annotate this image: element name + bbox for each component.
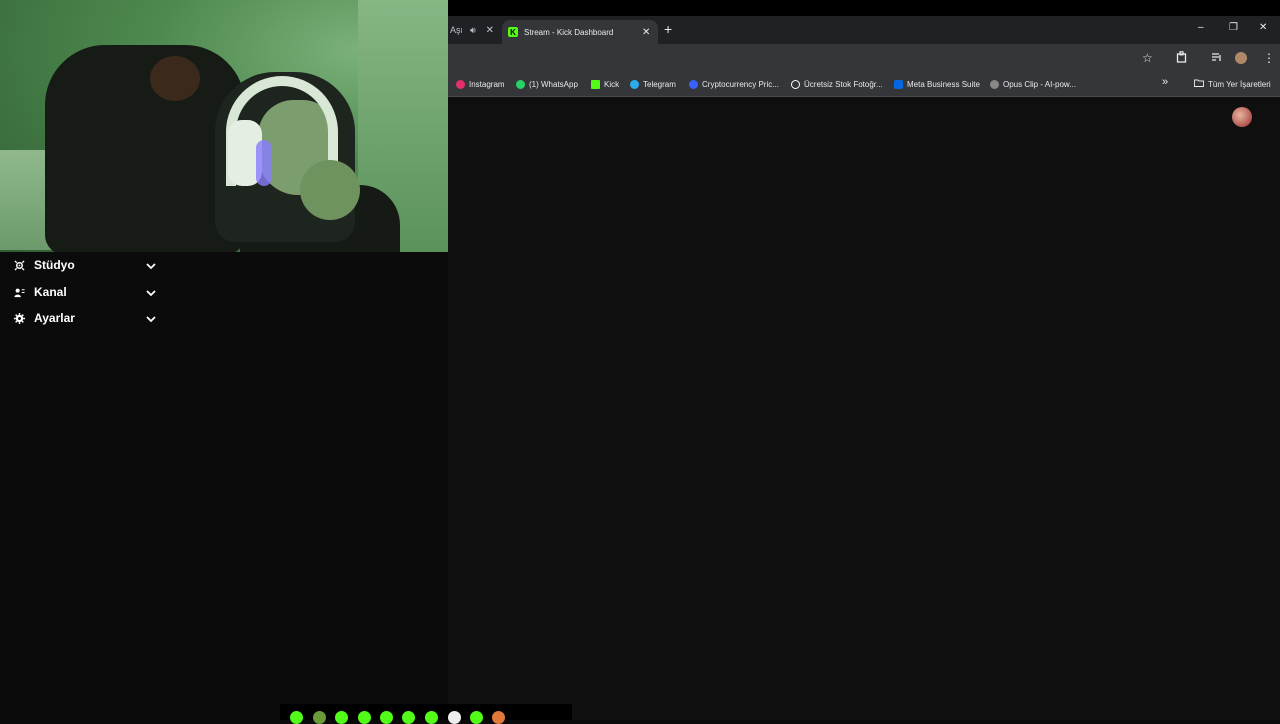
emote-icon [290,711,303,724]
emote-icon [448,711,461,724]
chair-logo [150,56,200,101]
browser-window: Aşı 🔊︎ ✕ K Stream - Kick Dashboard ✕ + –… [448,16,1280,720]
emote-icon [470,711,483,724]
opus-clip-icon [990,79,999,89]
sidebar-item-channel[interactable]: Kanal [0,279,170,305]
sidebar-item-label: Ayarlar [34,311,75,325]
bookmark-whatsapp[interactable]: (1) WhatsApp [516,78,578,90]
chevron-down-icon[interactable] [145,312,157,324]
bookmark-instagram[interactable]: Instagram [456,78,505,90]
toolbar: ☆ ⋮ [448,44,1280,72]
coinmarketcap-icon [689,79,698,89]
emote-icon [425,711,438,724]
emote-icon [313,711,326,724]
chevron-down-icon[interactable] [145,259,157,271]
webcam-feed [0,0,448,252]
emote-icon [402,711,415,724]
close-window-button[interactable]: ✕ [1259,22,1267,33]
speaker-icon[interactable]: 🔊︎ [470,25,476,36]
emote-icon [380,711,393,724]
telegram-icon [630,79,639,89]
channel-icon [13,286,25,298]
minimize-button[interactable]: – [1198,22,1204,33]
screen-top-bar [448,0,1280,16]
sidebar-item-label: Kanal [34,285,67,299]
close-icon[interactable]: ✕ [642,27,650,38]
kick-favicon-icon: K [508,27,518,37]
bookmark-meta-business[interactable]: Meta Business Suite [894,78,980,90]
sidebar-item-label: Stüdyo [34,258,75,272]
gear-icon [13,312,25,324]
tab-title: Stream - Kick Dashboard [524,27,614,37]
new-tab-button[interactable]: + [664,21,672,37]
extensions-icon[interactable] [1176,51,1188,66]
folder-icon [1194,79,1204,89]
chevron-down-icon[interactable] [145,286,157,298]
studio-icon [13,259,25,271]
bookmark-opus-clip[interactable]: Opus Clip - AI-pow... [990,78,1076,90]
sidebar-item-settings[interactable]: Ayarlar [0,305,170,331]
menu-icon[interactable]: ⋮ [1263,51,1275,65]
bookmarks-overflow-button[interactable]: » [1162,76,1168,88]
sidebar-item-studio[interactable]: Stüdyo [0,252,170,278]
emote-icon [358,711,371,724]
instagram-icon [456,79,465,89]
user-avatar[interactable] [1232,107,1252,127]
all-bookmarks-folder[interactable]: Tüm Yer İşaretleri [1194,78,1271,90]
meta-icon [894,79,903,89]
tab-kick-dashboard[interactable]: K Stream - Kick Dashboard ✕ [502,20,658,44]
bookmark-stock-photos[interactable]: Ücretsiz Stok Fotoğr... [791,78,883,90]
restore-button[interactable]: ❐ [1229,22,1238,33]
bookmark-cryptocurrency[interactable]: Cryptocurrency Pric... [689,78,779,90]
bookmark-telegram[interactable]: Telegram [630,78,676,90]
emote-strip [280,704,572,724]
whatsapp-icon [516,79,525,89]
media-control-icon[interactable] [1211,51,1223,66]
profile-avatar[interactable] [1235,52,1247,64]
bookmark-kick[interactable]: Kick [591,78,619,90]
star-icon[interactable]: ☆ [1142,51,1153,65]
emote-icon [492,711,505,724]
pexels-icon [791,79,800,89]
emote-icon [335,711,348,724]
page-content [448,97,1280,720]
close-icon[interactable]: ✕ [486,25,494,36]
tab-strip: Aşı 🔊︎ ✕ K Stream - Kick Dashboard ✕ + –… [448,16,1280,44]
tab-title: Aşı [450,25,462,35]
dashboard-sidebar: Stüdyo Kanal Ayarlar [0,252,448,720]
bookmarks-bar: Instagram (1) WhatsApp Kick Telegram Cry… [448,72,1280,97]
tab-previous[interactable]: Aşı 🔊︎ ✕ [450,16,494,44]
kick-icon [591,79,600,89]
